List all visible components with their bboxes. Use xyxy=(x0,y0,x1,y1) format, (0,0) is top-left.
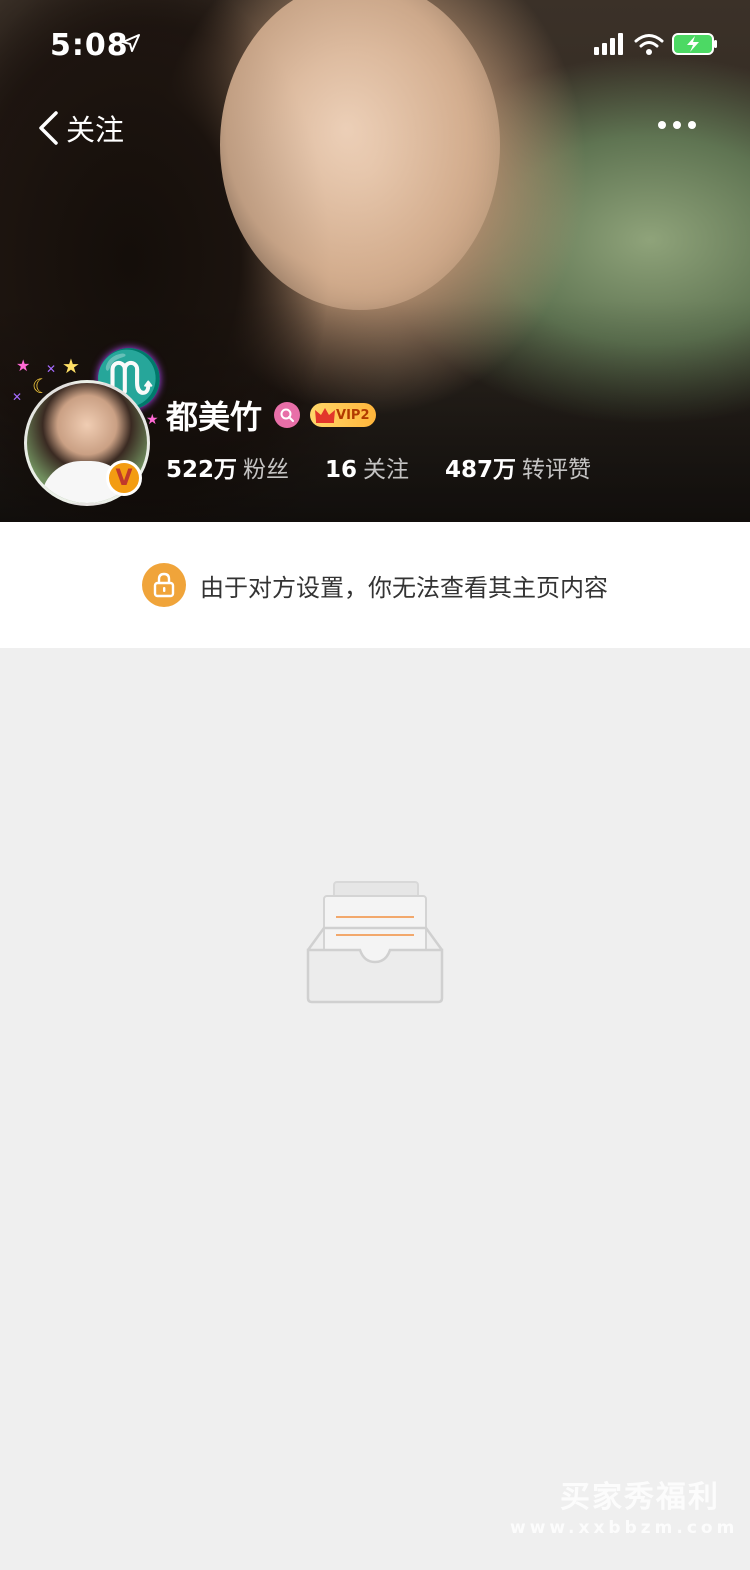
verified-v-badge: V xyxy=(106,460,142,496)
status-bar: 5:08 xyxy=(0,0,750,90)
decor-sparkle-icon: ✕ xyxy=(46,362,57,376)
profile-name-row: 都美竹 VIP2 xyxy=(166,392,376,438)
more-options-icon[interactable] xyxy=(652,110,702,140)
status-time: 5:08 xyxy=(50,28,129,63)
watermark-title: 买家秀福利 xyxy=(560,1480,720,1515)
stat-label: 关注 xyxy=(363,457,410,483)
profile-stats: 522万 粉丝 16 关注 487万 转评赞 xyxy=(166,450,627,484)
avatar-container[interactable]: ★ ★ ☾ ✕ ✕ ★ ♏ V xyxy=(6,346,164,506)
profile-name: 都美竹 xyxy=(166,398,263,436)
stat-number: 16 xyxy=(325,457,358,483)
stat-label: 转评赞 xyxy=(522,457,592,483)
vip-badge[interactable]: VIP2 xyxy=(310,403,376,427)
magnifier-icon xyxy=(280,408,295,422)
lock-icon xyxy=(142,563,186,607)
stat-number: 487万 xyxy=(445,457,517,483)
decor-star-icon: ★ xyxy=(62,354,80,378)
empty-inbox-icon xyxy=(306,881,444,1004)
decor-star-icon: ★ xyxy=(16,356,31,375)
stat-followers[interactable]: 522万 粉丝 xyxy=(166,450,289,484)
search-badge-icon[interactable] xyxy=(274,402,301,428)
battery-charging-icon xyxy=(672,33,717,55)
crown-icon xyxy=(315,408,336,423)
back-label: 关注 xyxy=(66,113,125,147)
stat-number: 522万 xyxy=(166,457,238,483)
stat-interactions[interactable]: 487万 转评赞 xyxy=(445,450,591,484)
location-arrow-icon xyxy=(122,34,140,52)
privacy-notice: 由于对方设置，你无法查看其主页内容 xyxy=(0,522,750,648)
cellular-signal-icon xyxy=(594,33,623,55)
vip-label: VIP2 xyxy=(336,407,370,423)
decor-star-icon: ★ xyxy=(146,412,159,428)
decor-sparkle-icon: ✕ xyxy=(12,390,23,404)
back-button[interactable]: 关注 xyxy=(36,106,124,150)
notice-text: 由于对方设置，你无法查看其主页内容 xyxy=(200,573,608,602)
profile-header: 5:08 关注 ★ ★ ☾ ✕ ✕ ★ ♏ V 都美竹 VIP2 522万 粉丝… xyxy=(0,0,750,522)
stat-label: 粉丝 xyxy=(243,457,290,483)
watermark-url: www.xxbbzm.com xyxy=(510,1518,739,1538)
wifi-icon xyxy=(634,34,664,55)
stat-following[interactable]: 16 关注 xyxy=(325,450,409,484)
chevron-left-icon xyxy=(39,111,58,145)
